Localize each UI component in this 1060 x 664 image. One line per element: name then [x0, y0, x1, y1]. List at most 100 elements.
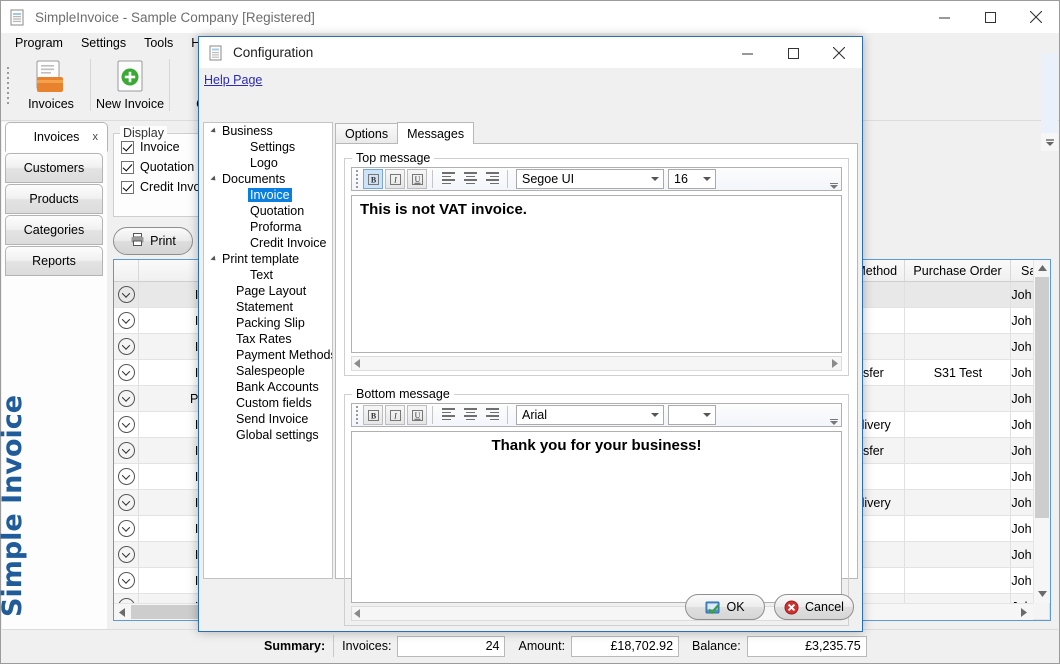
chevron-down-icon[interactable] [118, 390, 135, 407]
scroll-left-arrow-icon[interactable] [114, 608, 131, 617]
tree-item-global-settings[interactable]: Global settings [204, 427, 332, 443]
expand-arrow-icon[interactable] [208, 176, 220, 182]
toolbar-button-new-invoice[interactable]: New Invoice [91, 53, 169, 115]
grid-vertical-scrollbar[interactable] [1033, 260, 1050, 603]
tree-item-salespeople[interactable]: Salespeople [204, 363, 332, 379]
scrollbar-thumb[interactable] [1041, 53, 1058, 133]
maximize-icon[interactable] [770, 37, 816, 69]
tab-options[interactable]: Options [335, 123, 398, 144]
chevron-down-icon[interactable] [118, 286, 135, 303]
row-expander-cell[interactable] [114, 542, 139, 568]
minimize-icon[interactable] [921, 1, 967, 33]
chevron-down-icon[interactable] [118, 468, 135, 485]
close-tab-icon[interactable]: x [93, 131, 99, 143]
chevron-down-icon[interactable] [118, 494, 135, 511]
tree-item-quotation[interactable]: Quotation [204, 203, 332, 219]
tree-item-tax-rates[interactable]: Tax Rates [204, 331, 332, 347]
row-expander-cell[interactable] [114, 438, 139, 464]
bold-button[interactable]: B [363, 405, 383, 425]
scroll-up-arrow-icon[interactable] [1034, 260, 1050, 277]
underline-button[interactable]: U [407, 169, 427, 189]
toolbar-grip[interactable] [352, 405, 362, 425]
tree-item-custom-fields[interactable]: Custom fields [204, 395, 332, 411]
tree-item-business[interactable]: Business [204, 123, 332, 139]
scroll-down-arrow-icon[interactable] [1034, 586, 1050, 603]
tree-item-settings[interactable]: Settings [204, 139, 332, 155]
close-icon[interactable] [816, 37, 862, 69]
tree-item-bank-accounts[interactable]: Bank Accounts [204, 379, 332, 395]
ok-button[interactable]: OK [685, 594, 765, 620]
chevron-down-icon[interactable] [118, 546, 135, 563]
row-expander-cell[interactable] [114, 386, 139, 412]
font-name-combo[interactable]: Segoe UI [516, 169, 664, 189]
chevron-down-icon[interactable] [118, 364, 135, 381]
italic-button[interactable]: I [385, 169, 405, 189]
chevron-down-icon[interactable] [118, 520, 135, 537]
close-icon[interactable] [1013, 1, 1059, 33]
toolbar-overflow-icon[interactable] [829, 177, 839, 189]
settings-tree[interactable]: BusinessSettingsLogoDocumentsInvoiceQuot… [203, 122, 333, 579]
grid-column-purchase-order[interactable]: Purchase Order [905, 260, 1011, 281]
menu-item-settings[interactable]: Settings [72, 34, 135, 52]
bottom-message-editor[interactable]: Thank you for your business! [351, 431, 842, 603]
italic-button[interactable]: I [385, 405, 405, 425]
menu-item-program[interactable]: Program [6, 34, 72, 52]
sidebar-item-customers[interactable]: Customers [5, 153, 103, 183]
row-expander-cell[interactable] [114, 412, 139, 438]
help-page-link[interactable]: Help Page [204, 73, 262, 87]
tree-item-documents[interactable]: Documents [204, 171, 332, 187]
font-size-combo[interactable]: 16 [668, 169, 716, 189]
align-left-button[interactable] [438, 169, 458, 189]
toolbar-grip[interactable] [4, 57, 12, 113]
print-button[interactable]: Print [113, 227, 193, 255]
sidebar-item-products[interactable]: Products [5, 184, 103, 214]
toolbar-grip[interactable] [352, 169, 362, 189]
underline-button[interactable]: U [407, 405, 427, 425]
tree-item-page-layout[interactable]: Page Layout [204, 283, 332, 299]
chevron-down-icon[interactable] [118, 416, 135, 433]
top-message-hscrollbar[interactable] [351, 356, 842, 371]
font-name-combo[interactable]: Arial [516, 405, 664, 425]
row-expander-cell[interactable] [114, 490, 139, 516]
top-message-editor[interactable]: This is not VAT invoice. [351, 195, 842, 353]
align-center-button[interactable] [460, 405, 480, 425]
chevron-down-icon[interactable] [118, 572, 135, 589]
cancel-button[interactable]: Cancel [774, 594, 854, 620]
chevron-down-icon[interactable] [118, 442, 135, 459]
row-expander-cell[interactable] [114, 360, 139, 386]
tree-item-text[interactable]: Text [204, 267, 332, 283]
tree-item-packing-slip[interactable]: Packing Slip [204, 315, 332, 331]
checkbox-invoice[interactable] [121, 141, 134, 154]
align-right-button[interactable] [482, 169, 502, 189]
bold-button[interactable]: B [363, 169, 383, 189]
row-expander-cell[interactable] [114, 282, 139, 308]
tree-item-print-template[interactable]: Print template [204, 251, 332, 267]
tree-item-credit-invoice[interactable]: Credit Invoice [204, 235, 332, 251]
chevron-down-icon[interactable] [118, 312, 135, 329]
align-right-button[interactable] [482, 405, 502, 425]
row-expander-cell[interactable] [114, 464, 139, 490]
row-expander-cell[interactable] [114, 516, 139, 542]
toolbar-overflow-icon[interactable] [829, 413, 839, 425]
toolbar-button-invoices[interactable]: Invoices [12, 53, 90, 115]
font-size-combo[interactable] [668, 405, 716, 425]
tree-item-proforma[interactable]: Proforma [204, 219, 332, 235]
tree-item-invoice[interactable]: Invoice [204, 187, 332, 203]
sidebar-item-reports[interactable]: Reports [5, 246, 103, 276]
checkbox-credit-invoice[interactable] [121, 181, 134, 194]
main-window-scrollbar[interactable] [1041, 53, 1058, 151]
sidebar-item-categories[interactable]: Categories [5, 215, 103, 245]
tab-messages[interactable]: Messages [397, 122, 474, 144]
maximize-icon[interactable] [967, 1, 1013, 33]
sidebar-item-invoices[interactable]: Invoices x [5, 122, 108, 152]
grid-column-expander[interactable] [114, 260, 139, 281]
row-expander-cell[interactable] [114, 568, 139, 594]
chevron-down-icon[interactable] [118, 338, 135, 355]
minimize-icon[interactable] [724, 37, 770, 69]
scroll-right-arrow-icon[interactable] [1016, 608, 1033, 617]
tree-item-send-invoice[interactable]: Send Invoice [204, 411, 332, 427]
row-expander-cell[interactable] [114, 308, 139, 334]
scroll-down-arrow-icon[interactable] [1041, 133, 1058, 151]
align-left-button[interactable] [438, 405, 458, 425]
align-center-button[interactable] [460, 169, 480, 189]
